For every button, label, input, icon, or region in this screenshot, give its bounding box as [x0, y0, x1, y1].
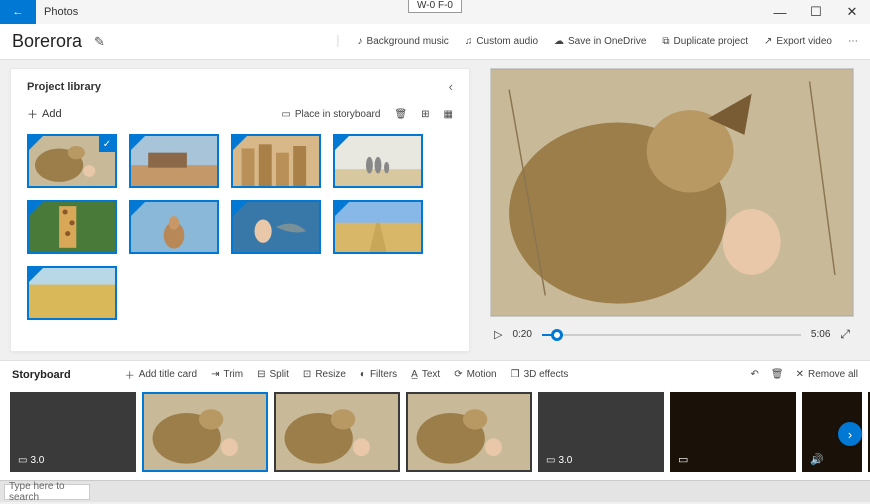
library-thumb-lion-child[interactable]: ✓ — [27, 134, 117, 188]
motion-icon: ⟳ — [454, 369, 462, 380]
undo-icon[interactable]: ↶ — [750, 369, 758, 380]
collapse-library-icon[interactable]: ‹ — [449, 79, 453, 94]
image-icon: ▭ — [678, 453, 688, 466]
storyboard-clip[interactable] — [406, 392, 532, 472]
select-icon[interactable]: ▦ — [444, 109, 453, 120]
storyboard-clip[interactable]: ▭3.0 — [10, 392, 136, 472]
preview-panel: ▷ 0:20 5:06 ⤢ — [470, 60, 870, 360]
next-clips-button[interactable]: › — [838, 422, 862, 446]
library-thumb-beach-family[interactable] — [333, 134, 423, 188]
edit-title-icon[interactable]: ✎ — [94, 34, 105, 50]
back-button[interactable]: ← — [0, 0, 36, 24]
text-button[interactable]: A̲Text — [411, 369, 440, 380]
grid-icon[interactable]: ⊞ — [421, 109, 429, 120]
close-button[interactable]: ✕ — [834, 0, 870, 24]
resize-icon: ⊡ — [303, 369, 311, 380]
image-icon: ▭ — [546, 455, 555, 466]
library-title: Project library — [27, 81, 101, 93]
library-thumb-city-buildings[interactable] — [231, 134, 321, 188]
total-time: 5:06 — [811, 329, 830, 340]
storyboard-clip[interactable]: ▭3.0 — [538, 392, 664, 472]
taskbar: Type here to search — [0, 480, 870, 502]
close-icon: ✕ — [796, 369, 804, 380]
current-time: 0:20 — [512, 329, 531, 340]
storyboard-clip[interactable]: ▭ — [670, 392, 796, 472]
text-icon: A̲ — [411, 369, 418, 380]
place-in-storyboard-button[interactable]: ▭Place in storyboard — [281, 109, 380, 120]
library-thumb-savanna[interactable] — [27, 266, 117, 320]
fullscreen-icon[interactable]: ⤢ — [840, 327, 850, 342]
library-thumb-deer[interactable] — [129, 200, 219, 254]
copy-icon: ⧉ — [662, 36, 669, 47]
library-thumb-giraffe[interactable] — [27, 200, 117, 254]
more-button[interactable]: ⋯ — [848, 36, 858, 47]
sound-icon: 🔊 — [810, 453, 824, 466]
image-icon: ▭ — [18, 455, 27, 466]
motion-button[interactable]: ⟳Motion — [454, 369, 496, 380]
storyboard-panel: Storyboard ＋Add title card ⇥Trim ⊟Split … — [0, 360, 870, 480]
maximize-button[interactable]: ☐ — [798, 0, 834, 24]
storyboard-clip[interactable] — [142, 392, 268, 472]
library-thumb-girl-dolphin[interactable] — [231, 200, 321, 254]
minimize-button[interactable]: — — [762, 0, 798, 24]
export-icon: ↗ — [764, 36, 772, 47]
duplicate-project-button[interactable]: ⧉Duplicate project — [662, 36, 748, 47]
project-library-panel: Project library ‹ ＋Add ▭Place in storybo… — [10, 68, 470, 352]
add-media-button[interactable]: ＋Add — [27, 106, 62, 122]
app-name: Photos — [36, 6, 86, 18]
delete-icon[interactable]: 🗑 — [394, 109, 407, 120]
3d-effects-button[interactable]: ❒3D effects — [511, 369, 569, 380]
library-thumb-desert-mesa[interactable] — [129, 134, 219, 188]
music-icon: ♪ — [358, 36, 363, 47]
resize-button[interactable]: ⊡Resize — [303, 369, 346, 380]
plus-icon: ＋ — [125, 367, 135, 382]
project-title: Borerora — [12, 31, 82, 52]
taskbar-search[interactable]: Type here to search — [4, 484, 90, 500]
split-button[interactable]: ⊟Split — [257, 369, 289, 380]
window-badge: W-0 F-0 — [408, 0, 462, 13]
split-icon: ⊟ — [257, 369, 265, 380]
add-title-card-button[interactable]: ＋Add title card — [125, 367, 197, 382]
storyboard-title: Storyboard — [12, 369, 71, 381]
cloud-icon: ☁ — [554, 36, 564, 47]
cube-icon: ❒ — [511, 369, 520, 380]
seek-knob[interactable] — [551, 329, 563, 341]
trim-icon: ⇥ — [211, 369, 219, 380]
custom-audio-button[interactable]: ♫Custom audio — [465, 36, 538, 47]
play-button[interactable]: ▷ — [494, 328, 502, 341]
preview-image — [490, 68, 854, 317]
export-video-button[interactable]: ↗Export video — [764, 36, 832, 47]
storyboard-clip[interactable] — [274, 392, 400, 472]
place-icon: ▭ — [281, 109, 290, 120]
delete-clip-icon[interactable]: 🗑 — [771, 369, 784, 380]
library-thumb-field-road[interactable] — [333, 200, 423, 254]
background-music-button[interactable]: ♪Background music — [358, 36, 449, 47]
filters-button[interactable]: ◐Filters — [360, 369, 397, 380]
trim-button[interactable]: ⇥Trim — [211, 369, 243, 380]
remove-all-button[interactable]: ✕Remove all — [796, 369, 858, 380]
save-onedrive-button[interactable]: ☁Save in OneDrive — [554, 36, 646, 47]
audio-icon: ♫ — [465, 36, 473, 47]
plus-icon: ＋ — [27, 106, 38, 122]
filters-icon: ◐ — [360, 369, 366, 380]
seek-slider[interactable] — [542, 334, 801, 336]
